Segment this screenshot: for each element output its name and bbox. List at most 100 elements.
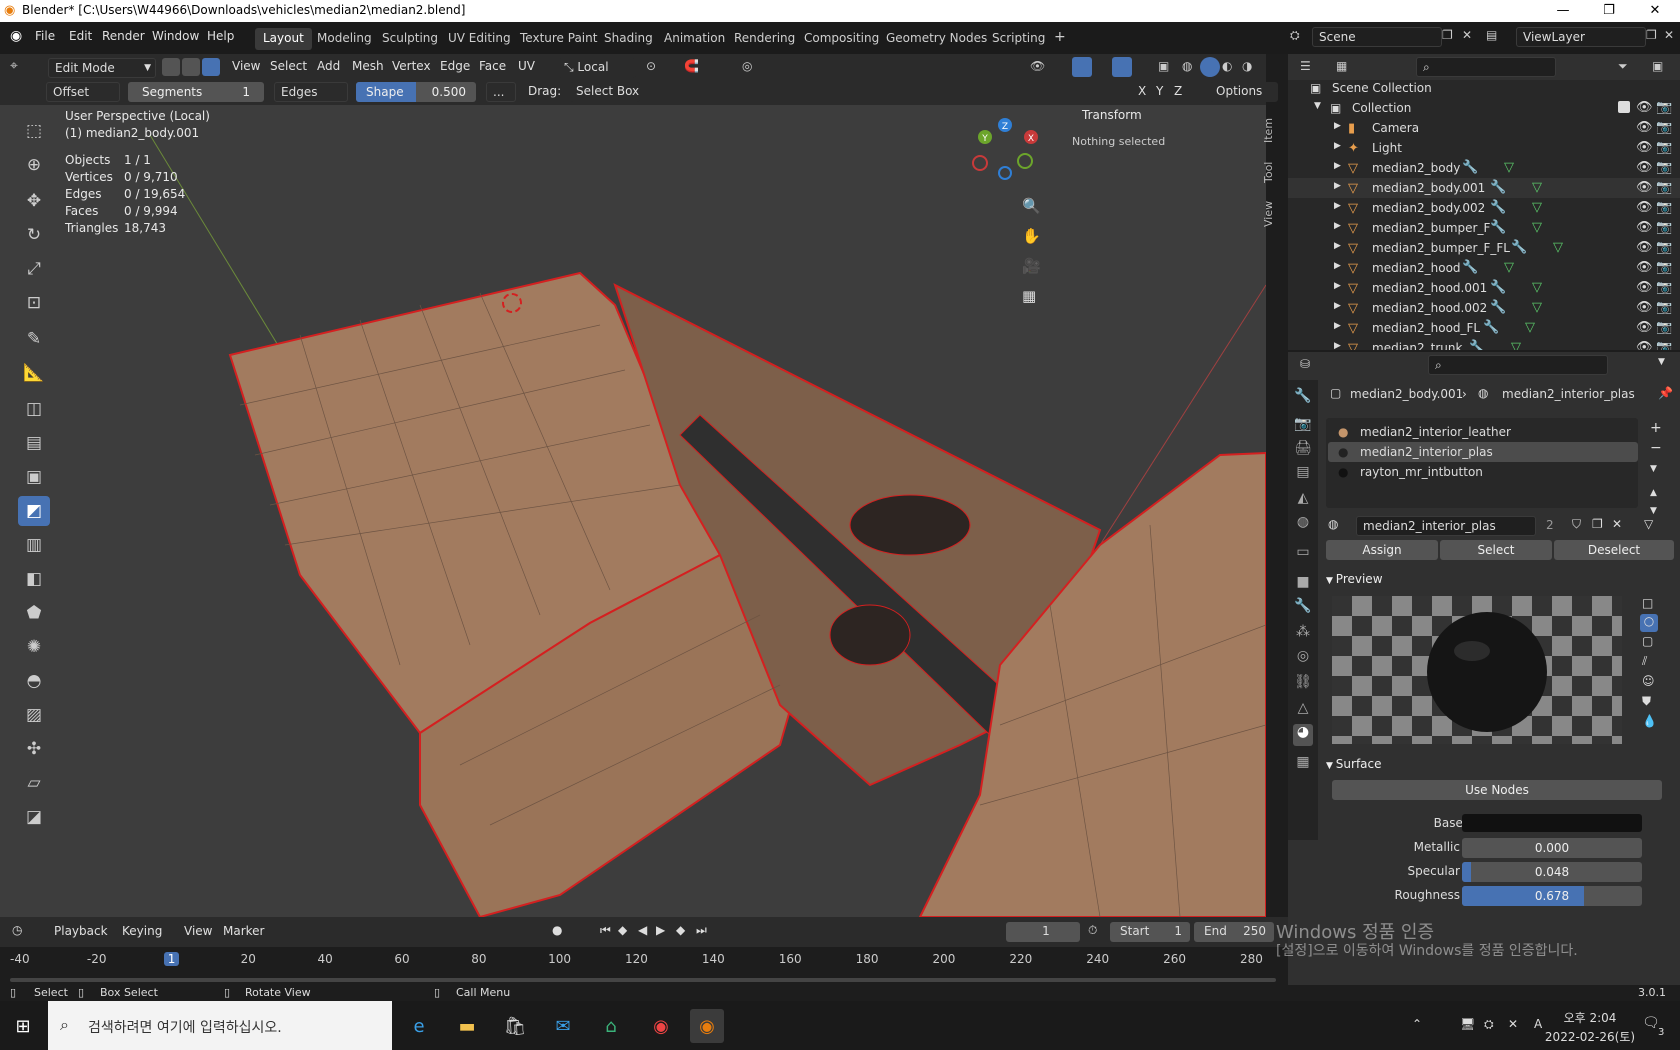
zoom-icon[interactable]: 🔍 [1022,197,1041,215]
3d-viewport[interactable]: User Perspective (Local) (1) median2_bod… [0,105,1266,917]
remove-slot-button[interactable]: − [1650,440,1662,456]
drag-selector[interactable]: Select Box [570,82,640,102]
expand-arrow-icon[interactable]: ▶ [1334,141,1341,151]
menu-file[interactable]: File [35,29,55,43]
shrink-fatten-tool-icon[interactable]: ✣ [18,734,50,764]
particles-tab-icon[interactable]: ⁂ [1293,624,1313,646]
mesh-data-icon[interactable]: ▽ [1504,260,1514,275]
material-slot[interactable]: ● median2_interior_plas [1328,442,1638,462]
outliner-row-object[interactable]: ▶ ▽ median2_hood.001 🔧 ▽ 👁 📷 [1288,278,1680,298]
battery-icon[interactable]: ⛭ [1484,1017,1494,1032]
maximize-button[interactable]: ❐ [1586,0,1632,22]
smooth-tool-icon[interactable]: ◓ [18,666,50,696]
outliner-row-object[interactable]: ▶ ▽ median2_hood_FL 🔧 ▽ 👁 📷 [1288,318,1680,338]
preview-sphere-icon[interactable]: ○ [1640,614,1658,632]
tab-layout[interactable]: Layout [255,28,312,50]
file-explorer-icon[interactable]: ▬ [450,1009,484,1043]
rotate-tool-icon[interactable]: ↻ [18,220,50,250]
use-nodes-button[interactable]: Use Nodes [1332,780,1662,800]
transform-header[interactable]: Transform [1082,108,1142,122]
tab-item[interactable]: Item [1262,113,1284,147]
render-camera-icon[interactable]: 📷 [1656,240,1672,255]
eye-icon[interactable]: 👁 [1636,280,1653,295]
outliner-row-scene-collection[interactable]: ▣ Scene Collection [1288,78,1680,98]
outliner-row-object[interactable]: ▶ ▽ median2_body.001 🔧 ▽ 👁 📷 [1288,178,1680,198]
outliner-row-object[interactable]: ▶ ▽ median2_hood 🔧 ▽ 👁 📷 [1288,258,1680,278]
ortho-grid-icon[interactable]: ▦ [1022,287,1036,305]
tab-animation[interactable]: Animation [656,28,733,50]
tab-compositing[interactable]: Compositing [796,28,887,50]
tab-modeling[interactable]: Modeling [309,28,380,50]
poly-build-tool-icon[interactable]: ⬟ [18,598,50,628]
link-type-icon[interactable]: ▽ [1644,517,1653,531]
mesh-data-icon[interactable]: ▽ [1532,280,1542,295]
more-options-button[interactable]: ... [486,82,516,102]
taskbar-search-box[interactable]: ⌕ 검색하려면 여기에 입력하십시오. [48,1001,392,1050]
spin-tool-icon[interactable]: ✺ [18,632,50,662]
cursor-tool-icon[interactable]: ⊕ [18,150,50,180]
vp-menu-select[interactable]: Select [270,59,307,73]
expand-arrow-icon[interactable]: ▶ [1334,301,1341,311]
tab-view[interactable]: View [1262,197,1284,231]
timeline-editor-icon[interactable]: ◷ [12,923,22,937]
next-keyframe-icon[interactable]: ◆ [676,923,685,937]
outliner-editor-icon[interactable]: ☰ [1300,59,1311,73]
vp-menu-edge[interactable]: Edge [440,59,470,73]
modifier-icon[interactable]: 🔧 [1490,280,1506,295]
mesh-data-icon[interactable]: ▽ [1504,160,1514,175]
viewlayer-selector[interactable]: ViewLayer [1516,27,1646,47]
tray-expand-icon[interactable]: ⌃ [1412,1017,1422,1031]
select-button[interactable]: Select [1440,540,1552,560]
outliner-row-object[interactable]: ▶ ▽ median2_hood.002 🔧 ▽ 👁 📷 [1288,298,1680,318]
preview-range-icon[interactable]: ⏱ [1088,923,1097,938]
rendered-shading-icon[interactable]: ◑ [1242,59,1252,73]
filter-icon[interactable]: ⏷ [1618,59,1628,74]
clock-time[interactable]: 오후 2:04 [1550,1009,1630,1026]
knife-tool-icon[interactable]: ◧ [18,564,50,594]
expand-arrow-icon[interactable]: ▶ [1334,221,1341,231]
tab-uv-editing[interactable]: UV Editing [440,28,519,50]
scale-tool-icon[interactable]: ⤢ [18,254,50,284]
properties-editor-icon[interactable]: ⛁ [1300,357,1310,371]
deselect-button[interactable]: Deselect [1554,540,1674,560]
mode-selector[interactable]: Edit Mode ▼ [48,58,156,78]
rip-tool-icon[interactable]: ◪ [18,802,50,832]
mesh-data-icon[interactable]: ▽ [1532,300,1542,315]
modifier-icon[interactable]: 🔧 [1490,220,1506,235]
eye-icon[interactable]: 👁 [1636,100,1653,115]
volume-icon[interactable]: ✕ [1508,1017,1518,1031]
roughness-slider[interactable]: 0.678 [1462,886,1642,906]
physics-tab-icon[interactable]: ◎ [1293,648,1313,670]
loop-cut-tool-icon[interactable]: ▥ [18,530,50,560]
preview-flat-icon[interactable]: □ [1642,596,1653,610]
users-count[interactable]: 2 [1546,518,1554,532]
mirror-y-toggle[interactable]: Y [1156,84,1163,98]
vp-menu-vertex[interactable]: Vertex [392,59,431,73]
constraints-tab-icon[interactable]: ⛓ [1293,674,1313,696]
render-camera-icon[interactable]: 📷 [1656,200,1672,215]
expand-arrow-icon[interactable]: ▶ [1334,241,1341,251]
outliner-row-object[interactable]: ▶ ▽ median2_bumper_F_FL 🔧 ▽ 👁 📷 [1288,238,1680,258]
edge-select-icon[interactable] [182,58,200,76]
modifier-icon[interactable]: 🔧 [1511,240,1527,255]
render-camera-icon[interactable]: 📷 [1656,140,1672,155]
material-shading-icon[interactable]: ◐ [1222,59,1232,73]
pan-hand-icon[interactable]: ✋ [1022,227,1041,245]
assign-button[interactable]: Assign [1326,540,1438,560]
mirror-x-toggle[interactable]: X [1138,84,1146,98]
jump-start-icon[interactable]: ⏮ [600,923,611,938]
modifier-icon[interactable]: 🔧 [1469,340,1485,350]
chrome-icon[interactable]: ◉ [644,1009,678,1043]
shear-tool-icon[interactable]: ▱ [18,768,50,798]
bevel-tool-icon[interactable]: ◩ [18,496,50,526]
expand-arrow-icon[interactable]: ▶ [1334,281,1341,291]
eye-icon[interactable]: 👁 [1636,220,1653,235]
world-tab-icon[interactable]: ◍ [1293,514,1313,536]
record-icon[interactable]: ● [552,923,562,937]
modifier-icon[interactable]: 🔧 [1462,260,1478,275]
base-color-swatch[interactable] [1462,814,1642,832]
collection-tab-icon[interactable]: ▭ [1293,544,1313,566]
tab-shading[interactable]: Shading [596,28,661,50]
prev-keyframe-icon[interactable]: ◆ [618,923,627,937]
overlay-toggle-icon[interactable] [1112,57,1132,77]
